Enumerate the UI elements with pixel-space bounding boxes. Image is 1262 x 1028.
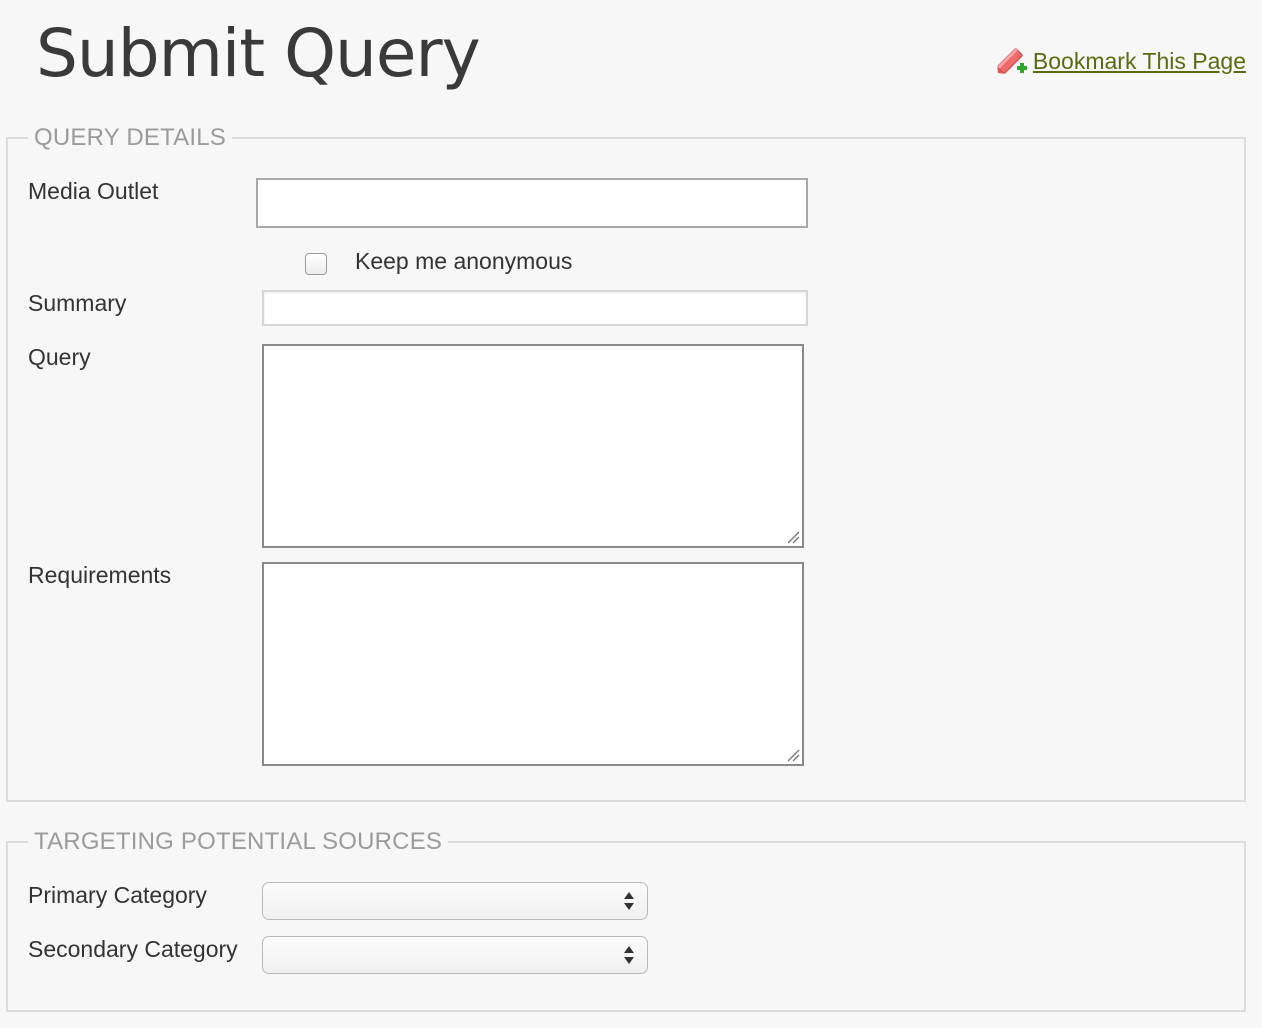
requirements-label: Requirements [28,562,172,588]
secondary-category-label: Secondary Category [28,936,238,962]
summary-input[interactable] [262,290,808,326]
query-textarea[interactable] [262,344,804,548]
bookmark-label[interactable]: Bookmark This Page [1033,48,1246,75]
bookmark-link[interactable]: Bookmark This Page [993,44,1246,78]
select-arrows-icon [623,889,635,913]
keep-anonymous-label[interactable]: Keep me anonymous [355,248,572,275]
bookmark-add-icon [993,44,1029,78]
media-outlet-input[interactable] [256,178,808,228]
page-title: Submit Query [36,15,481,92]
resize-grip-icon[interactable] [786,748,800,762]
summary-label: Summary [28,290,127,316]
requirements-textarea[interactable] [262,562,804,766]
primary-category-label: Primary Category [28,882,207,908]
resize-grip-icon[interactable] [786,530,800,544]
query-details-legend: QUERY DETAILS [34,124,226,151]
secondary-category-select[interactable] [262,936,648,974]
select-arrows-icon [623,943,635,967]
keep-anonymous-checkbox[interactable] [305,253,327,275]
query-label: Query [28,344,91,370]
targeting-fieldset: TARGETING POTENTIAL SOURCES [6,828,1246,1012]
targeting-legend: TARGETING POTENTIAL SOURCES [34,828,443,855]
primary-category-select[interactable] [262,882,648,920]
media-outlet-label: Media Outlet [28,178,159,204]
